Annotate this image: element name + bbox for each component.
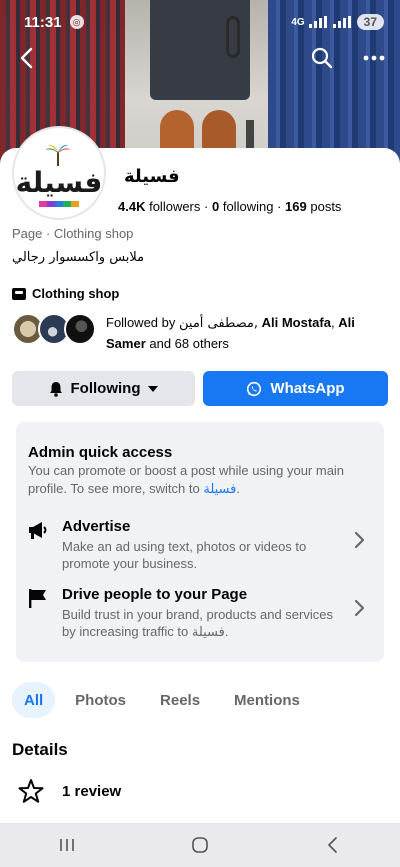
tab-photos[interactable]: Photos <box>61 682 140 718</box>
followers-count[interactable]: 4.4K <box>118 199 145 214</box>
following-button-label: Following <box>70 380 141 397</box>
avatar-logo-text: فسيلة <box>15 166 103 199</box>
drive-traffic-item[interactable]: Drive people to your Page Build trust in… <box>16 586 384 646</box>
review-row[interactable]: 1 review <box>18 778 121 804</box>
notification-icon: ◎ <box>69 15 84 29</box>
avatar-color-stripe <box>39 201 79 207</box>
signal-icon <box>308 16 327 28</box>
drive-traffic-page-name: فسيلة <box>191 625 225 640</box>
recent-apps-icon[interactable] <box>47 830 87 860</box>
back-arrow-icon[interactable] <box>14 44 42 72</box>
shop-category-row[interactable]: Clothing shop <box>12 286 119 301</box>
admin-card-description: You can promote or boost a post while us… <box>28 462 358 499</box>
avatar <box>64 313 96 345</box>
admin-quick-access-card: Admin quick access You can promote or bo… <box>16 422 384 662</box>
advertise-item[interactable]: Advertise Make an ad using text, photos … <box>16 518 384 578</box>
followed-by-text: Followed by مصطفى أمين, Ali Mostafa, Ali… <box>104 313 392 354</box>
follower-name[interactable]: مصطفى أمين, <box>179 316 258 331</box>
admin-desc-end: . <box>236 481 240 496</box>
follower-avatars <box>12 313 104 345</box>
chevron-right-icon <box>354 599 365 617</box>
back-nav-icon[interactable] <box>313 830 353 860</box>
palm-tree-icon <box>45 144 71 166</box>
whatsapp-icon <box>247 381 262 396</box>
advertise-description: Make an ad using text, photos or videos … <box>62 539 307 571</box>
following-button[interactable]: Following <box>12 371 195 406</box>
whatsapp-button[interactable]: WhatsApp <box>203 371 388 406</box>
page-bio: ملابس واكسسوار رجالي <box>12 250 145 265</box>
status-bar: 11:31 ◎ 4G 37 <box>0 0 400 44</box>
review-count: 1 review <box>62 782 122 800</box>
admin-desc-text: You can promote or boost a post while us… <box>28 463 345 496</box>
drive-traffic-description: Build trust in your brand, products and … <box>62 606 342 641</box>
search-icon[interactable] <box>308 44 336 72</box>
network-type: 4G <box>291 16 305 28</box>
flag-icon <box>29 589 46 608</box>
following-label[interactable]: following <box>223 199 274 214</box>
stats-separator: · <box>204 199 209 214</box>
star-icon <box>18 779 44 803</box>
bell-icon <box>49 381 62 397</box>
megaphone-icon <box>29 522 47 539</box>
home-icon[interactable] <box>180 830 220 860</box>
tab-mentions[interactable]: Mentions <box>220 682 314 718</box>
admin-card-title: Admin quick access <box>28 444 173 461</box>
page-title: فسيلة <box>124 166 180 187</box>
shop-label: Clothing shop <box>32 286 120 301</box>
drive-traffic-desc-end: . <box>224 624 229 639</box>
followed-by-suffix: and 68 others <box>149 336 229 351</box>
profile-stats: 4.4K followers · 0 following · 169 posts <box>118 199 341 214</box>
stats-separator-2: · <box>277 199 282 214</box>
signal-icon-2 <box>332 16 351 28</box>
posts-count: 169 <box>285 199 307 214</box>
follower-separator: , <box>330 315 335 330</box>
chevron-right-icon <box>354 531 365 549</box>
followed-by-row[interactable]: Followed by مصطفى أمين, Ali Mostafa, Ali… <box>12 313 392 354</box>
details-heading: Details <box>12 740 68 759</box>
following-count[interactable]: 0 <box>212 199 219 214</box>
drive-traffic-title: Drive people to your Page <box>62 586 248 603</box>
action-buttons: Following WhatsApp <box>12 371 388 406</box>
system-nav-bar <box>0 823 400 867</box>
content-tabs: All Photos Reels Mentions <box>12 682 320 718</box>
profile-avatar[interactable]: فسيلة <box>14 128 104 218</box>
posts-label: posts <box>310 199 342 214</box>
more-options-icon[interactable] <box>360 44 388 72</box>
chevron-down-icon <box>148 385 159 392</box>
page-category: Page · Clothing shop <box>12 226 134 241</box>
battery-indicator: 37 <box>356 14 384 30</box>
top-nav <box>0 40 400 76</box>
switch-profile-link[interactable]: فسيلة <box>203 482 236 497</box>
status-time: 11:31 <box>24 13 62 31</box>
followed-by-prefix: Followed by <box>106 315 176 330</box>
tab-reels[interactable]: Reels <box>146 682 214 718</box>
follower-name[interactable]: Ali Mostafa <box>262 315 331 330</box>
advertise-title: Advertise <box>62 518 131 535</box>
followers-label[interactable]: followers <box>149 199 200 214</box>
whatsapp-button-label: WhatsApp <box>270 380 345 397</box>
tab-all[interactable]: All <box>12 682 56 718</box>
shop-icon <box>12 287 26 300</box>
